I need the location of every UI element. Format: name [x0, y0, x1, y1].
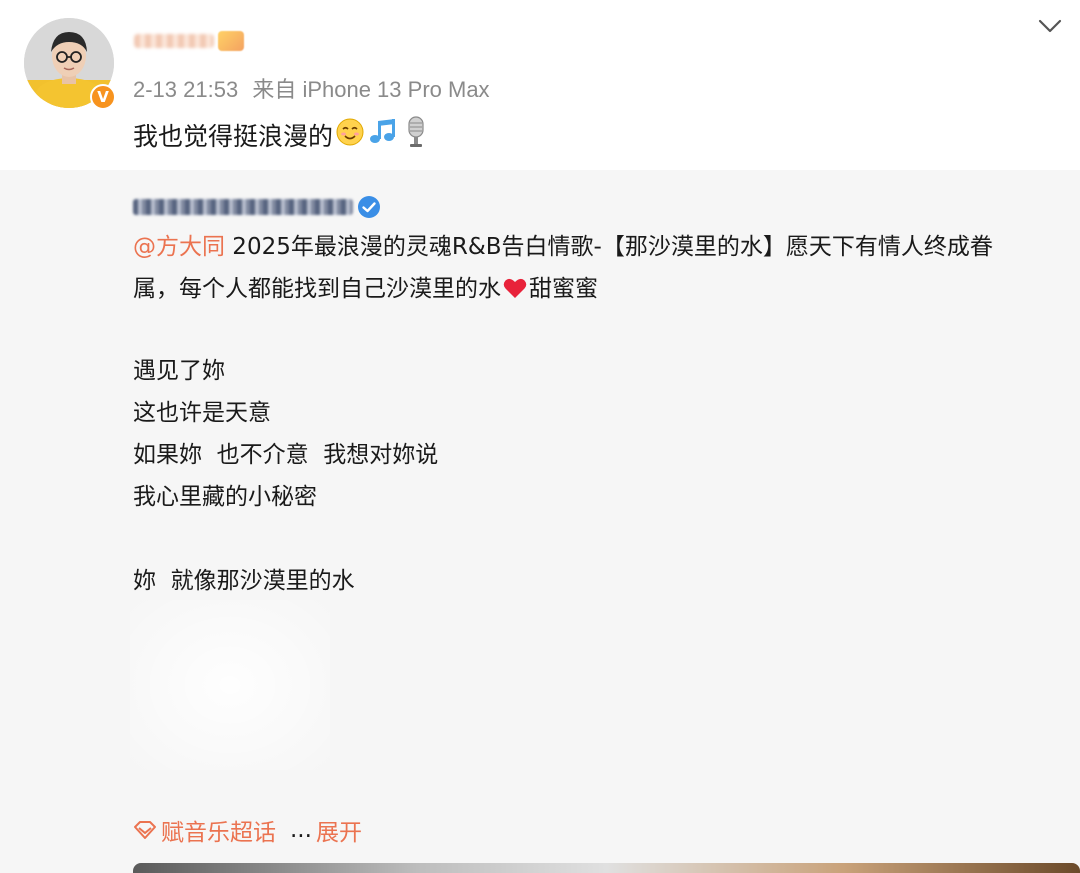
post-meta: 2-13 21:53 来自 iPhone 13 Pro Max: [133, 72, 498, 104]
expand-button[interactable]: 展开: [316, 813, 362, 847]
repost-author[interactable]: [133, 192, 381, 222]
media-thumbnail[interactable]: [133, 863, 1080, 873]
lyric-gap: [133, 518, 438, 560]
repost-body-line1: @方大同 2025年最浪漫的灵魂R&B告白情歌-【那沙漠里的水】愿天下有情人终成…: [133, 226, 1053, 268]
lyric-line: 遇见了妳: [133, 358, 225, 384]
username-obscured: [134, 34, 214, 48]
mention-link[interactable]: @方大同: [133, 234, 225, 260]
faded-overlay: [130, 600, 330, 770]
lyric-line: 如果妳 也不介意 我想对妳说: [133, 442, 439, 468]
microphone-icon: [403, 116, 429, 154]
music-note-icon: [367, 117, 401, 153]
more-options-button[interactable]: [1034, 10, 1066, 42]
username[interactable]: [134, 26, 254, 56]
ellipsis: ...: [290, 817, 312, 843]
smile-emoji-icon: [335, 117, 365, 153]
verified-badge-icon: V: [90, 84, 116, 110]
post-header: V 2-13 21:53 来自 iPhone 13 Pro Max 我也觉得挺浪…: [0, 0, 1080, 170]
heart-icon: [503, 271, 527, 313]
repost-body: @方大同 2025年最浪漫的灵魂R&B告白情歌-【那沙漠里的水】愿天下有情人终成…: [133, 226, 1053, 313]
post-text-content: 我也觉得挺浪漫的: [133, 122, 334, 151]
lyric-line: 妳 就像那沙漠里的水: [133, 568, 355, 594]
supertopic-link[interactable]: 赋音乐超话: [133, 813, 276, 847]
lyric-line: 我心里藏的小秘密: [133, 484, 317, 510]
repost-author-obscured: [133, 199, 353, 215]
lyrics-block: 遇见了妳 这也许是天意 如果妳 也不介意 我想对妳说 我心里藏的小秘密 妳 就像…: [133, 350, 438, 602]
repost-body-text2: 属，每个人都能找到自己沙漠里的水: [133, 276, 501, 302]
supertopic-label: 赋音乐超话: [161, 820, 276, 846]
repost-body-text3: 甜蜜蜜: [529, 276, 598, 302]
avatar[interactable]: V: [24, 18, 116, 110]
verified-blue-icon: [358, 196, 380, 218]
repost-card[interactable]: @方大同 2025年最浪漫的灵魂R&B告白情歌-【那沙漠里的水】愿天下有情人终成…: [0, 170, 1080, 873]
post-timestamp: 2-13 21:53: [133, 77, 239, 102]
chevron-down-icon: [1038, 19, 1062, 33]
repost-body-line2: 属，每个人都能找到自己沙漠里的水 甜蜜蜜: [133, 268, 1053, 313]
post-source: 来自 iPhone 13 Pro Max: [252, 77, 490, 102]
diamond-icon: [134, 821, 156, 839]
repost-body-text1: 2025年最浪漫的灵魂R&B告白情歌-【那沙漠里的水】愿天下有情人终成眷: [225, 234, 993, 260]
post-text: 我也觉得挺浪漫的: [133, 116, 429, 154]
lyric-line: 这也许是天意: [133, 400, 271, 426]
supertopic-row: 赋音乐超话 ... 展开: [133, 813, 362, 847]
crown-icon: [218, 31, 244, 51]
